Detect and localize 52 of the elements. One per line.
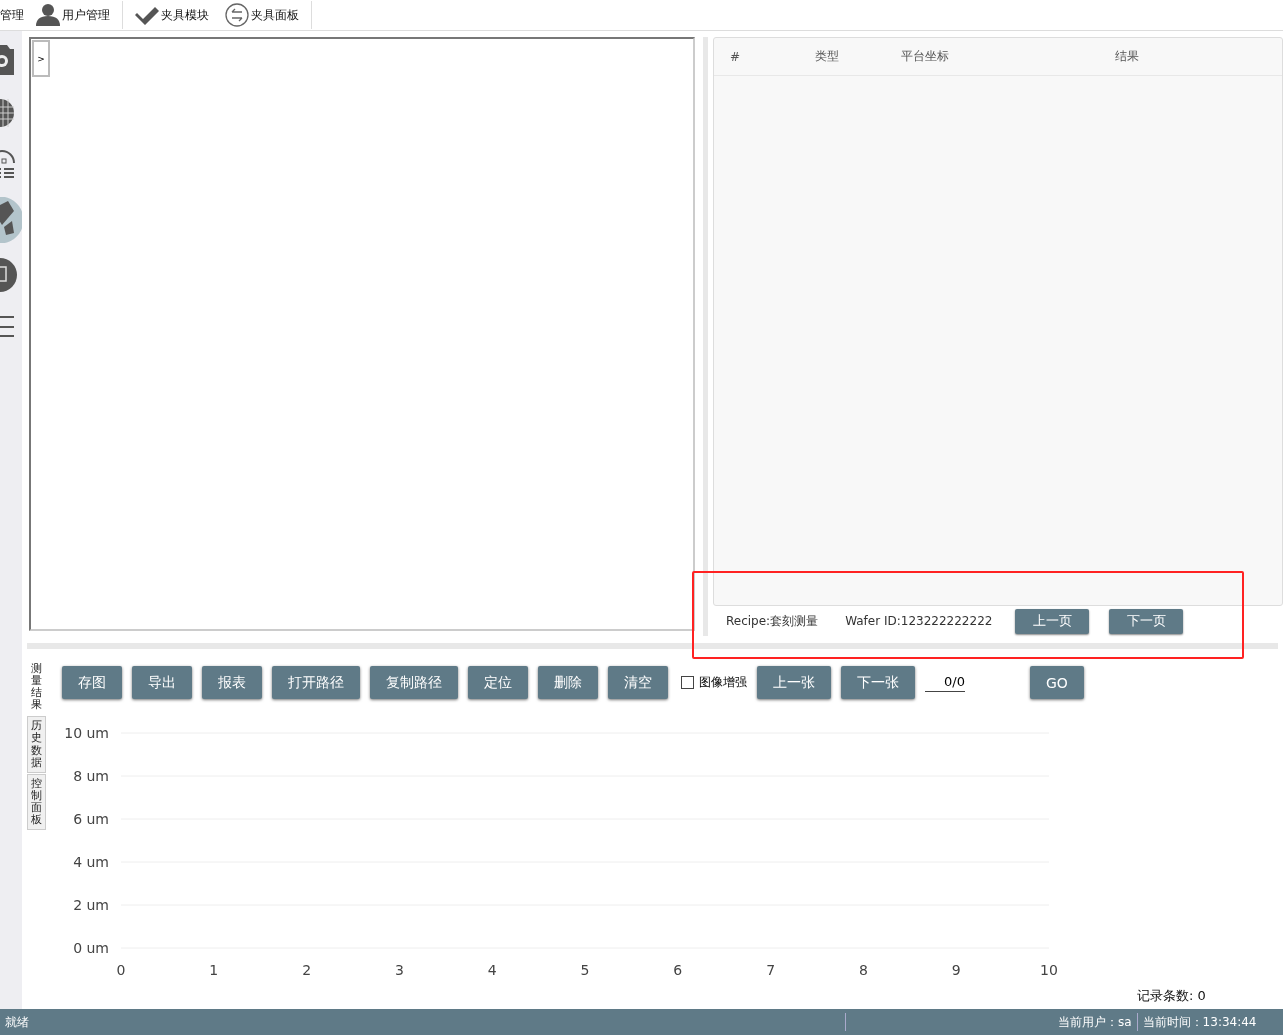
toolbar-item[interactable]: 管理	[0, 0, 28, 30]
column-header: 类型	[815, 48, 840, 65]
prev-page-button[interactable]: 上一页	[1015, 608, 1090, 634]
column-header: 结果	[1115, 48, 1140, 65]
action-button[interactable]: 定位	[468, 666, 528, 699]
current-user: 当前用户：sa	[1057, 1013, 1133, 1031]
action-button[interactable]: 清空	[608, 666, 668, 699]
expand-button[interactable]: >	[32, 40, 50, 77]
side-tab[interactable]: 测量结果	[27, 659, 46, 716]
x-tick-label: 9	[951, 962, 961, 978]
status-text: 就绪	[5, 1013, 30, 1031]
x-tick-label: 10	[1040, 962, 1058, 978]
recipe-label: Recipe:套刻测量	[726, 612, 819, 630]
y-tick-label: 4 um	[73, 854, 109, 870]
y-tick-label: 8 um	[73, 768, 109, 784]
action-button[interactable]: 删除	[538, 666, 598, 699]
x-tick-label: 2	[302, 962, 312, 978]
toolbar-item[interactable]: 夹具模块	[161, 6, 209, 24]
column-header: 平台坐标	[901, 48, 950, 65]
y-tick-label: 10 um	[64, 725, 109, 741]
action-button[interactable]: 打开路径	[272, 666, 360, 699]
y-tick-label: 0 um	[73, 940, 109, 956]
checkbox[interactable]	[681, 676, 694, 689]
swap-icon	[225, 3, 249, 27]
record-count: 记录条数: 0	[1137, 987, 1206, 1005]
x-tick-label: 6	[673, 962, 683, 978]
user-icon	[36, 4, 60, 26]
column-header: #	[730, 49, 742, 64]
toolbar-item[interactable]: 用户管理	[62, 6, 110, 24]
x-tick-label: 7	[766, 962, 776, 978]
side-tab[interactable]: 控制面板	[27, 773, 46, 831]
x-tick-label: 0	[116, 962, 126, 978]
next-page-button[interactable]: 下一页	[1109, 608, 1184, 634]
toolbar-item[interactable]: 夹具面板	[251, 6, 299, 24]
action-button[interactable]: 导出	[132, 666, 192, 699]
prev-image-button[interactable]: 上一张	[757, 666, 831, 699]
wafer-id-label: Wafer ID:123222222222	[845, 614, 993, 628]
side-tab[interactable]: 历史数据	[27, 716, 46, 773]
action-button[interactable]: 复制路径	[370, 666, 458, 699]
x-tick-label: 3	[394, 962, 404, 978]
x-tick-label: 1	[209, 962, 219, 978]
action-button[interactable]: 存图	[62, 666, 122, 699]
next-image-button[interactable]: 下一张	[841, 666, 915, 699]
x-tick-label: 4	[487, 962, 497, 978]
checkbox-label: 图像增强	[699, 674, 747, 691]
action-button[interactable]: 报表	[202, 666, 262, 699]
y-tick-label: 6 um	[73, 811, 109, 827]
y-tick-label: 2 um	[73, 897, 109, 913]
x-tick-label: 8	[858, 962, 868, 978]
current-time: 当前时间：13:34:44	[1141, 1013, 1257, 1031]
go-button[interactable]: GO	[1030, 666, 1084, 699]
x-tick-label: 5	[580, 962, 590, 978]
